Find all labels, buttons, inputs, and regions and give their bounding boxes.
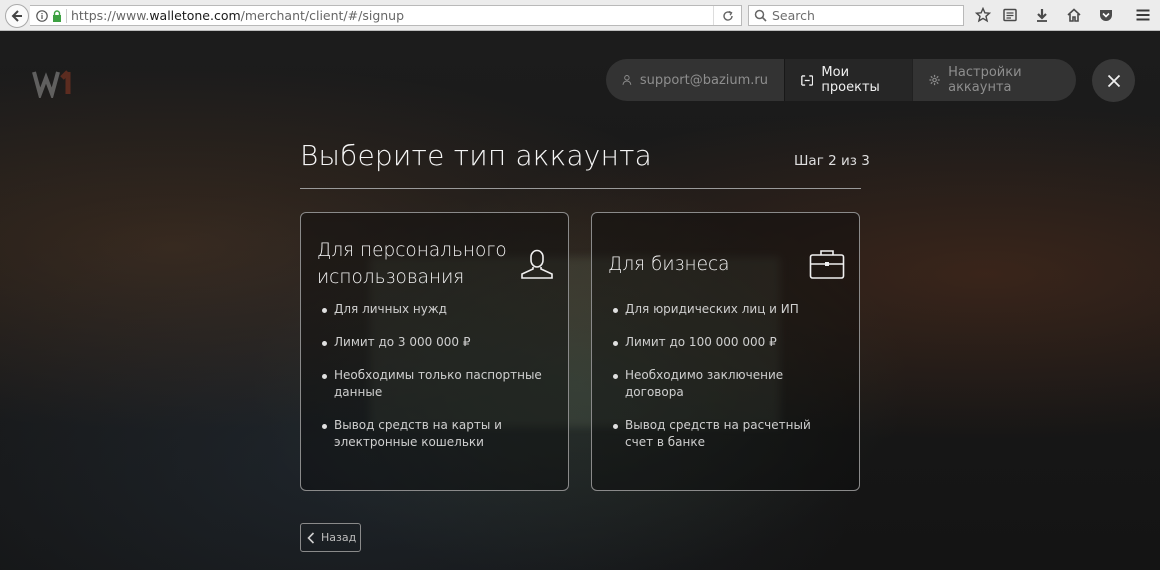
nav-my-projects[interactable]: Мои проекты <box>784 59 912 101</box>
feature-list: Для юридических лиц и ИП Лимит до 100 00… <box>613 301 840 467</box>
nav-user-email[interactable]: support@bazium.ru <box>606 59 784 101</box>
gear-icon <box>929 74 940 86</box>
card-title: Для бизнеса <box>608 254 730 275</box>
search-icon <box>754 9 767 22</box>
feature-list: Для личных нужд Лимит до 3 000 000 ₽ Нео… <box>322 301 549 467</box>
projects-icon <box>801 74 814 86</box>
reading-list-icon[interactable] <box>1002 7 1018 23</box>
search-input[interactable] <box>772 8 952 23</box>
account-type-business-card[interactable]: Для бизнеса Для юридических лиц и ИП Лим… <box>591 212 860 491</box>
step-indicator: Шаг 2 из 3 <box>794 153 870 169</box>
title-divider <box>300 188 861 189</box>
briefcase-icon <box>809 250 845 279</box>
list-item: Для юридических лиц и ИП <box>613 301 840 318</box>
reload-icon <box>722 10 733 21</box>
back-link-button[interactable]: Назад <box>300 523 361 552</box>
list-item: Лимит до 3 000 000 ₽ <box>322 334 549 351</box>
menu-icon[interactable] <box>1135 7 1151 23</box>
nav-projects-label: Мои проекты <box>821 65 880 95</box>
back-arrow-icon <box>11 10 22 22</box>
browser-toolbar: https://www.walletone.com/merchant/clien… <box>0 0 1160 31</box>
list-item: Лимит до 100 000 000 ₽ <box>613 334 840 351</box>
card-title: Для персонального использования <box>317 240 507 288</box>
user-icon <box>521 249 553 279</box>
list-item: Вывод средств на карты и электронные кош… <box>322 417 549 451</box>
info-icon[interactable] <box>36 9 48 22</box>
account-type-personal-card[interactable]: Для персонального использования Для личн… <box>300 212 569 491</box>
nav-settings-label: Настройки аккаунта <box>948 65 1022 95</box>
back-button[interactable] <box>5 4 29 28</box>
account-nav: support@bazium.ru Мои проекты Настройки … <box>606 59 1076 101</box>
user-email: support@bazium.ru <box>639 72 768 88</box>
logo[interactable] <box>32 65 212 101</box>
reload-button[interactable] <box>713 6 741 25</box>
search-box[interactable] <box>748 5 964 26</box>
list-item: Необходимо заключение договора <box>613 367 840 401</box>
star-icon[interactable] <box>975 7 991 23</box>
home-icon[interactable] <box>1066 7 1082 23</box>
walletone-logo-icon <box>32 70 71 98</box>
close-button[interactable] <box>1092 59 1135 102</box>
list-item: Для личных нужд <box>322 301 549 318</box>
close-icon <box>1107 74 1120 87</box>
download-icon[interactable] <box>1034 7 1050 23</box>
url-text[interactable]: https://www.walletone.com/merchant/clien… <box>71 8 404 23</box>
page-title: Выберите тип аккаунта <box>300 139 653 172</box>
address-bar[interactable]: https://www.walletone.com/merchant/clien… <box>30 5 742 26</box>
chevron-left-icon <box>307 531 315 544</box>
lock-icon <box>53 9 61 22</box>
list-item: Вывод средств на расчетный счет в банке <box>613 417 840 451</box>
user-icon <box>622 75 632 85</box>
separator <box>66 8 67 23</box>
back-label: Назад <box>321 531 357 544</box>
page-background: support@bazium.ru Мои проекты Настройки … <box>0 31 1160 570</box>
pocket-icon[interactable] <box>1098 7 1114 23</box>
list-item: Необходимы только паспортные данные <box>322 367 549 401</box>
nav-account-settings[interactable]: Настройки аккаунта <box>912 59 1076 101</box>
